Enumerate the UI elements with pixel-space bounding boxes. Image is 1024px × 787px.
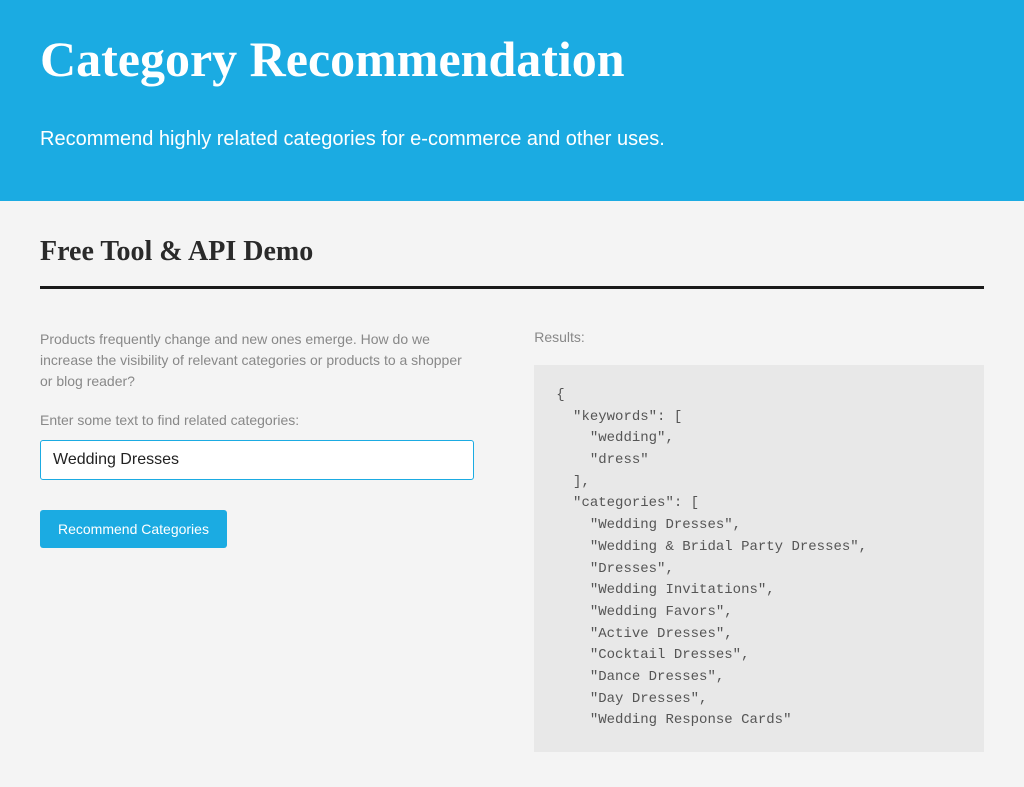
content-section: Free Tool & API Demo Products frequently…: [0, 201, 1024, 787]
recommend-categories-button[interactable]: Recommend Categories: [40, 510, 227, 548]
hero-section: Category Recommendation Recommend highly…: [0, 0, 1024, 201]
results-label: Results:: [534, 329, 984, 345]
page-title: Category Recommendation: [40, 30, 984, 88]
demo-columns: Products frequently change and new ones …: [40, 329, 984, 752]
results-column: Results: { "keywords": [ "wedding", "dre…: [534, 329, 984, 752]
input-column: Products frequently change and new ones …: [40, 329, 474, 752]
category-text-input[interactable]: [40, 440, 474, 480]
demo-section-title: Free Tool & API Demo: [40, 236, 984, 268]
page-subtitle: Recommend highly related categories for …: [40, 128, 984, 151]
intro-text: Products frequently change and new ones …: [40, 329, 474, 392]
input-label: Enter some text to find related categori…: [40, 412, 474, 428]
section-divider: [40, 286, 984, 289]
results-output: { "keywords": [ "wedding", "dress" ], "c…: [534, 365, 984, 752]
